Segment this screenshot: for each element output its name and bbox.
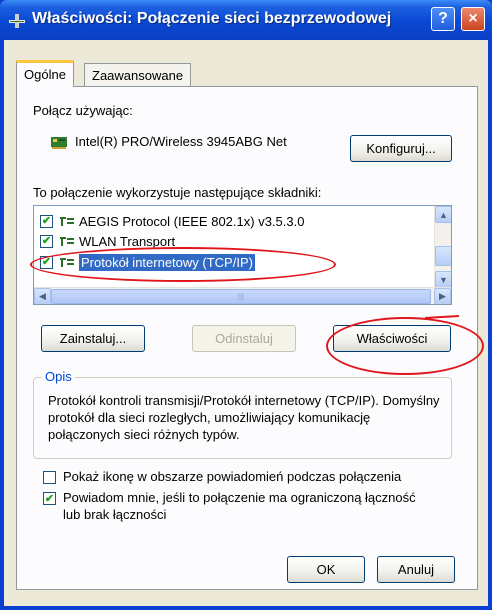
configure-button[interactable]: Konfiguruj...	[350, 135, 452, 162]
ok-button[interactable]: OK	[287, 556, 365, 583]
description-title: Opis	[42, 369, 75, 384]
network-adapter-icon	[51, 137, 67, 149]
tab-advanced[interactable]: Zaawansowane	[84, 63, 192, 87]
show-icon-checkbox[interactable]	[43, 471, 56, 484]
tab-general[interactable]: Ogólne	[16, 60, 74, 87]
show-icon-label: Pokaż ikonę w obszarze powiadomień podcz…	[63, 469, 402, 484]
list-item[interactable]: ✔ WLAN Transport	[40, 231, 175, 251]
scroll-left-arrow-icon[interactable]: ◀	[34, 288, 51, 304]
horizontal-scroll-thumb[interactable]: |||	[51, 289, 431, 304]
component-checkbox[interactable]: ✔	[40, 214, 53, 228]
component-label: WLAN Transport	[79, 233, 176, 249]
description-text: Protokół kontroli transmisji/Protokół in…	[48, 393, 440, 442]
vertical-scrollbar[interactable]: ▲ ▼	[434, 206, 451, 289]
scroll-up-arrow-icon[interactable]: ▲	[435, 206, 451, 223]
protocol-icon	[60, 237, 74, 246]
properties-dialog: Właściwości: Połączenie sieci bezprzewod…	[0, 0, 492, 610]
uninstall-button[interactable]: Odinstaluj	[192, 325, 296, 352]
components-label: To połączenie wykorzystuje następujące s…	[33, 185, 322, 200]
help-button[interactable]: ?	[431, 7, 455, 31]
cancel-button[interactable]: Anuluj	[377, 556, 455, 583]
close-button[interactable]: ×	[461, 7, 485, 31]
component-checkbox[interactable]: ✔	[40, 255, 53, 269]
scroll-right-arrow-icon[interactable]: ▶	[434, 288, 451, 304]
window-title: Właściwości: Połączenie sieci bezprzewod…	[32, 10, 392, 27]
install-button[interactable]: Zainstaluj...	[41, 325, 145, 352]
notify-checkbox[interactable]: ✔	[43, 492, 56, 505]
components-list[interactable]: ✔ AEGIS Protocol (IEEE 802.1x) v3.5.3.0 …	[33, 205, 452, 305]
description-group: Opis Protokół kontroli transmisji/Protok…	[33, 369, 452, 459]
title-bar[interactable]: Właściwości: Połączenie sieci bezprzewod…	[0, 0, 492, 40]
properties-button[interactable]: Właściwości	[333, 325, 451, 352]
connect-using-label: Połącz używając:	[33, 103, 133, 118]
component-checkbox[interactable]: ✔	[40, 234, 53, 248]
component-label: AEGIS Protocol (IEEE 802.1x) v3.5.3.0	[79, 213, 305, 229]
notify-label-line2: lub brak łączności	[63, 507, 167, 522]
annotation-line	[425, 315, 460, 319]
list-item[interactable]: ✔ AEGIS Protocol (IEEE 802.1x) v3.5.3.0	[40, 211, 304, 231]
scroll-thumb[interactable]	[435, 246, 451, 266]
tab-panel-general: Połącz używając: Intel(R) PRO/Wireless 3…	[16, 86, 478, 590]
network-connection-icon	[9, 14, 25, 28]
list-item-selected[interactable]: ✔ Protokół internetowy (TCP/IP)	[40, 252, 255, 272]
protocol-icon	[60, 217, 74, 226]
horizontal-scrollbar[interactable]: ◀ ||| ▶	[34, 287, 451, 304]
scroll-down-arrow-icon[interactable]: ▼	[435, 271, 451, 288]
protocol-icon	[60, 258, 74, 267]
notify-label-line1: Powiadom mnie, jeśli to połączenie ma og…	[63, 490, 416, 505]
dialog-body: Ogólne Zaawansowane Połącz używając: Int…	[4, 40, 488, 606]
adapter-name: Intel(R) PRO/Wireless 3945ABG Net	[75, 134, 287, 149]
component-label: Protokół internetowy (TCP/IP)	[79, 253, 255, 271]
